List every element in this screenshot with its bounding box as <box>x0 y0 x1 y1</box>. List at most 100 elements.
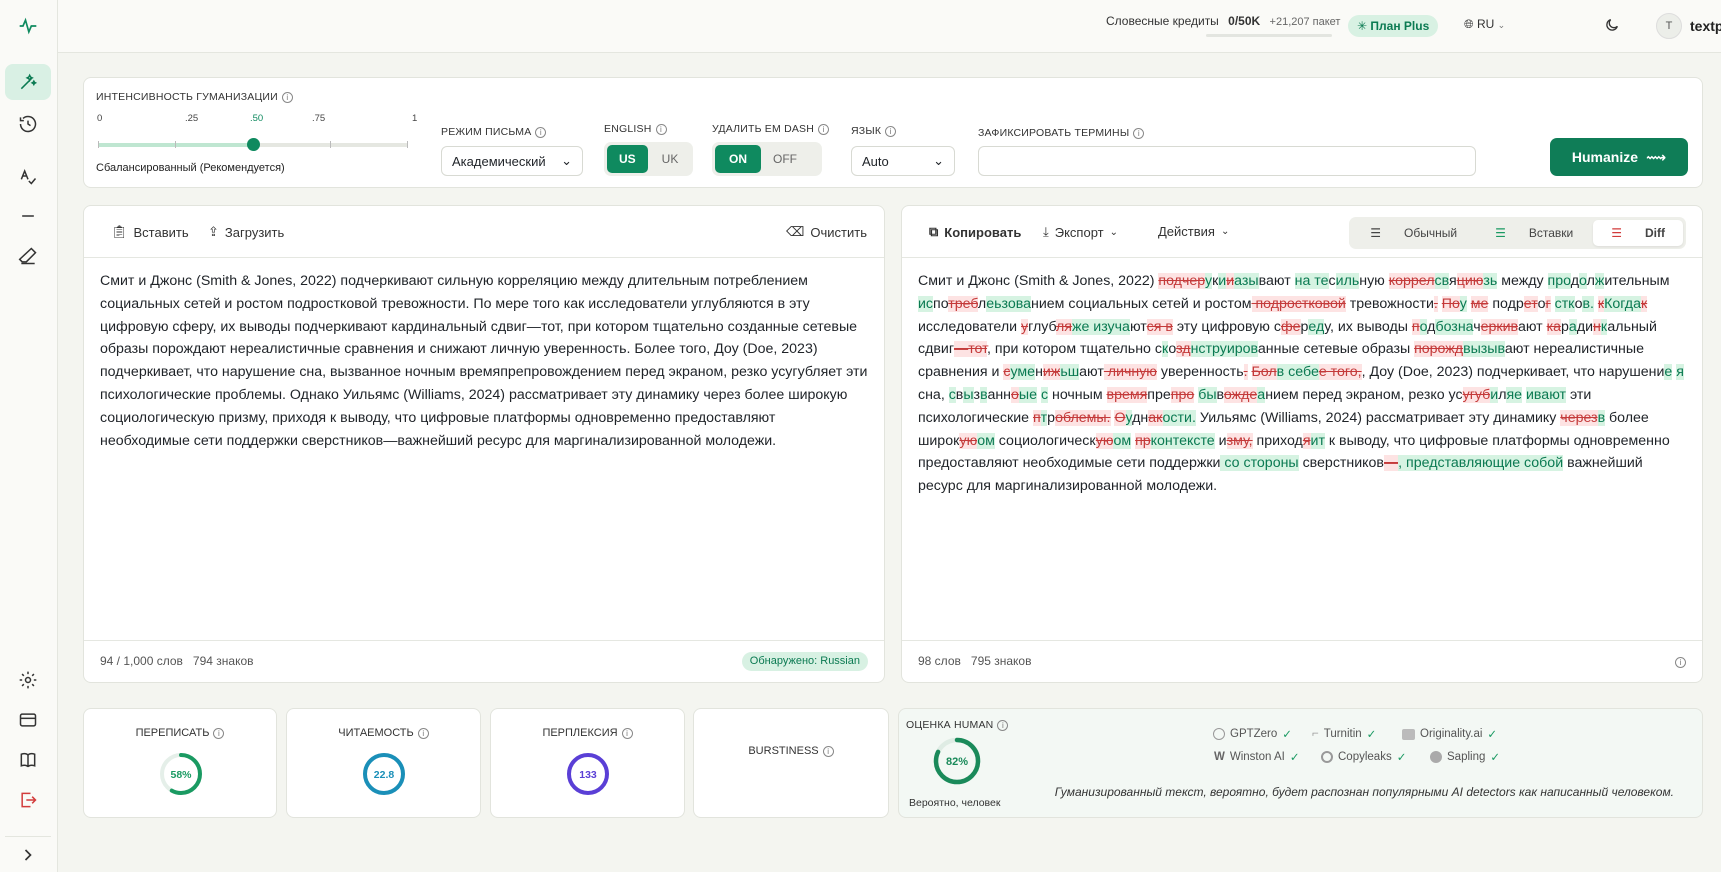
paste-button[interactable]: 📋︎ Вставить <box>111 224 189 240</box>
upload-button[interactable]: ⇪ Загрузить <box>208 224 284 240</box>
slider-thumb[interactable] <box>247 138 260 151</box>
check-icon: ✓ <box>1487 729 1498 741</box>
char-count: 794 знаков <box>192 654 254 668</box>
info-icon[interactable]: i <box>417 727 429 739</box>
humanize-button[interactable]: Humanize ⟿ <box>1550 138 1688 176</box>
detector-name: Sapling <box>1447 751 1486 763</box>
char-count: 795 знаков <box>970 654 1032 668</box>
input-editor: 📋︎ Вставить ⇪ Загрузить ⌫ Очистить Смит и Д… <box>83 205 885 683</box>
info-icon[interactable]: i <box>885 125 897 137</box>
avatar[interactable]: T <box>1656 13 1682 39</box>
language-selector[interactable]: 🌐︎ RU ⌄ <box>1464 17 1505 32</box>
english-uk-option[interactable]: UK <box>650 145 691 173</box>
input-textarea[interactable]: Смит и Джонс (Smith & Jones, 2022) подче… <box>100 270 868 452</box>
download-icon: ⤓ <box>1043 224 1049 239</box>
turnitin-icon: ⌐ <box>1312 728 1319 740</box>
paste-label: Вставить <box>133 224 189 240</box>
winston-icon: W <box>1214 751 1225 763</box>
logo-pulse-icon[interactable] <box>5 8 51 44</box>
terms-input[interactable] <box>978 146 1476 176</box>
metric-title: Перплексия i <box>491 727 684 739</box>
word-count: 98 слов <box>918 654 961 668</box>
actions-button[interactable]: Действия ⌄ <box>1158 224 1229 239</box>
english-us-option[interactable]: US <box>607 145 648 173</box>
input-footer: 94 / 1,000 слов 794 знаков Обнаружено: R… <box>84 640 884 682</box>
info-icon[interactable]: i <box>1671 654 1686 669</box>
tick-label: .50 <box>250 113 264 124</box>
topbar: Словесные кредиты 0/50K +21,207 пакет ✳ … <box>58 0 1721 53</box>
detector-name: Turnitin <box>1323 728 1362 740</box>
credits-progress <box>1206 34 1332 37</box>
gear-icon[interactable] <box>5 662 51 698</box>
export-button[interactable]: ⤓ Экспорт ⌄ <box>1043 224 1118 240</box>
detector-name: Winston AI <box>1229 751 1285 763</box>
tick-label: .75 <box>312 113 326 124</box>
view-label: Вставки <box>1528 226 1574 240</box>
logout-icon[interactable] <box>5 782 51 818</box>
mode-label: Режим письма i <box>441 126 547 138</box>
sparkle-icon: ✳ <box>1357 19 1371 33</box>
info-icon[interactable]: i <box>213 727 225 739</box>
ring-value: 133 <box>579 769 597 781</box>
emdash-label: Удалить EM DASH i <box>712 123 830 135</box>
detector-gptzero: GPTZero ✓ <box>1213 727 1292 741</box>
moon-icon[interactable] <box>1604 17 1620 36</box>
gptzero-icon <box>1213 728 1225 740</box>
info-icon[interactable]: i <box>822 745 834 757</box>
view-diff-option[interactable]: ☰ Diff <box>1593 220 1683 246</box>
tick-label: 1 <box>412 113 418 124</box>
perplexity-ring: 133 <box>567 753 609 795</box>
magic-wand-icon[interactable] <box>5 64 51 100</box>
view-insertions-option[interactable]: ☰ Вставки <box>1477 220 1591 246</box>
metric-rewrite: Переписать i 58% <box>83 708 277 818</box>
output-diff-text[interactable]: Смит и Джонс (Smith & Jones, 2022) подче… <box>918 270 1686 498</box>
copy-label: Копировать <box>944 224 1022 240</box>
view-toggle: ☰ Обычный ☰ Вставки ☰ Diff <box>1349 217 1686 249</box>
username[interactable]: textpulse <box>1690 18 1721 34</box>
credits-label: Словесные кредиты <box>1106 14 1219 28</box>
emdash-on-option[interactable]: ON <box>715 145 761 173</box>
tick-label: 0 <box>97 113 103 124</box>
intensity-label: Интенсивность гуманизации i <box>96 91 293 103</box>
view-label: Обычный <box>1404 226 1458 240</box>
english-toggle: US UK <box>604 142 694 176</box>
view-plain-option[interactable]: ☰ Обычный <box>1352 220 1475 246</box>
info-icon[interactable]: i <box>997 719 1009 731</box>
terms-label: Зафиксировать термины i <box>978 127 1145 139</box>
info-icon[interactable]: i <box>655 123 667 135</box>
eraser-icon[interactable] <box>5 238 51 274</box>
emdash-off-option[interactable]: OFF <box>763 145 819 173</box>
readability-ring: 22.8 <box>363 753 405 795</box>
sapling-icon <box>1430 751 1442 763</box>
metric-title: Читаемость i <box>287 727 480 739</box>
human-ring: 82% <box>933 737 981 785</box>
plan-badge[interactable]: ✳ План Plus <box>1348 15 1439 37</box>
book-icon[interactable] <box>5 742 51 778</box>
copy-button[interactable]: ⧉ Копировать <box>929 224 1021 240</box>
slider-mark <box>407 141 408 148</box>
info-icon[interactable]: i <box>281 91 293 103</box>
slider-mark <box>330 141 331 148</box>
info-icon[interactable]: i <box>1133 127 1145 139</box>
info-icon[interactable]: i <box>621 727 633 739</box>
chevron-right-icon[interactable] <box>5 836 51 872</box>
writing-mode-select[interactable]: Академический ⌄ <box>441 146 583 176</box>
check-icon: ✓ <box>1490 752 1501 764</box>
upload-icon: ⇪ <box>208 224 219 239</box>
human-score-label: Оценка Human i <box>906 719 1009 731</box>
settings-panel: Интенсивность гуманизации i 0 .25 .50 .75… <box>83 77 1703 188</box>
history-icon[interactable] <box>5 106 51 142</box>
metric-title: Переписать i <box>84 727 276 739</box>
language-label: Язык i <box>851 125 897 137</box>
language-code: RU <box>1476 17 1495 31</box>
eraser-icon: ⌫ <box>786 224 805 239</box>
minus-icon[interactable] <box>5 198 51 234</box>
spellcheck-icon[interactable] <box>5 158 51 194</box>
info-icon[interactable]: i <box>535 126 547 138</box>
english-label: English i <box>604 123 667 135</box>
info-icon[interactable]: i <box>818 123 830 135</box>
clear-button[interactable]: ⌫ Очистить <box>786 224 867 240</box>
tick-label: .25 <box>185 113 199 124</box>
credit-card-icon[interactable] <box>5 702 51 738</box>
language-select[interactable]: Auto ⌄ <box>851 146 955 176</box>
